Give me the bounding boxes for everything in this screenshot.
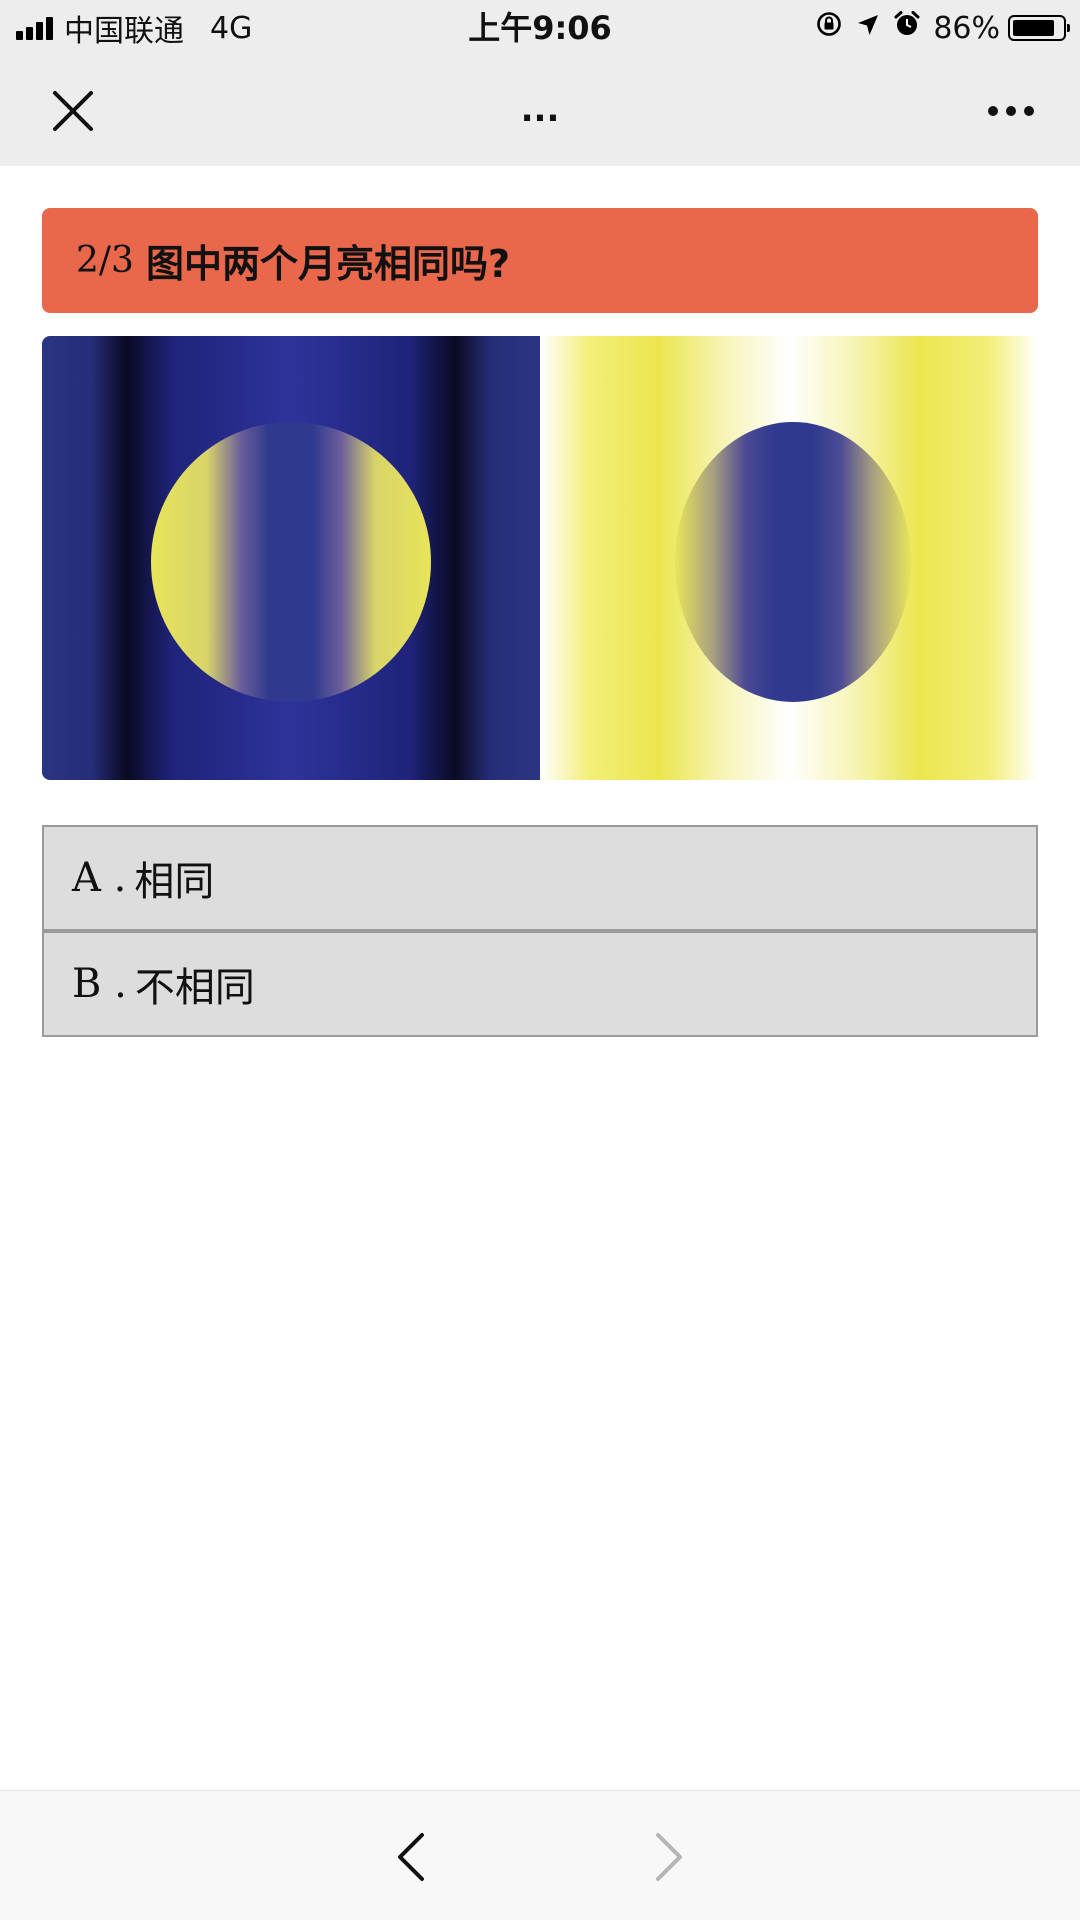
chevron-left-icon: [398, 1833, 424, 1881]
more-icon-dot: [1006, 106, 1016, 116]
question-header: 2/3 图中两个月亮相同吗?: [42, 208, 1038, 313]
chevron-right-icon: [656, 1833, 682, 1881]
battery-icon: [1008, 15, 1070, 41]
more-icon-dot: [1024, 106, 1034, 116]
back-button[interactable]: [392, 1831, 432, 1883]
forward-button[interactable]: [648, 1831, 688, 1883]
option-b-label: 不相同: [134, 965, 255, 1011]
option-a[interactable]: A . 相同: [42, 825, 1038, 931]
question-text: 图中两个月亮相同吗?: [145, 242, 510, 286]
rotation-lock-icon: [815, 10, 843, 46]
option-a-letter: A .: [72, 855, 127, 901]
question-progress: 2/3: [76, 240, 134, 281]
option-b-letter: B .: [72, 961, 127, 1007]
option-b[interactable]: B . 不相同: [42, 931, 1038, 1037]
option-a-label: 相同: [134, 859, 215, 905]
location-icon: [855, 11, 881, 46]
right-moon: [675, 422, 911, 702]
status-bar: 中国联通 4G 上午9:06 86%: [0, 0, 1080, 54]
bottom-toolbar: [0, 1790, 1080, 1920]
more-icon-dot: [988, 106, 998, 116]
more-button[interactable]: [980, 106, 1034, 116]
illusion-image: [42, 336, 1038, 780]
screen: 中国联通 4G 上午9:06 86% ... 2/3 图中两个月亮相同吗? A …: [0, 0, 1080, 1920]
battery-fill: [1013, 20, 1054, 36]
moon-illusion-picture: [42, 336, 1038, 780]
left-moon: [151, 422, 431, 702]
battery-percent: 86%: [933, 10, 1000, 46]
nav-title: ...: [520, 90, 560, 130]
status-right: 86%: [815, 8, 1070, 48]
battery-tip: [1067, 24, 1070, 32]
alarm-icon: [893, 10, 921, 46]
nav-bar: ...: [0, 54, 1080, 166]
